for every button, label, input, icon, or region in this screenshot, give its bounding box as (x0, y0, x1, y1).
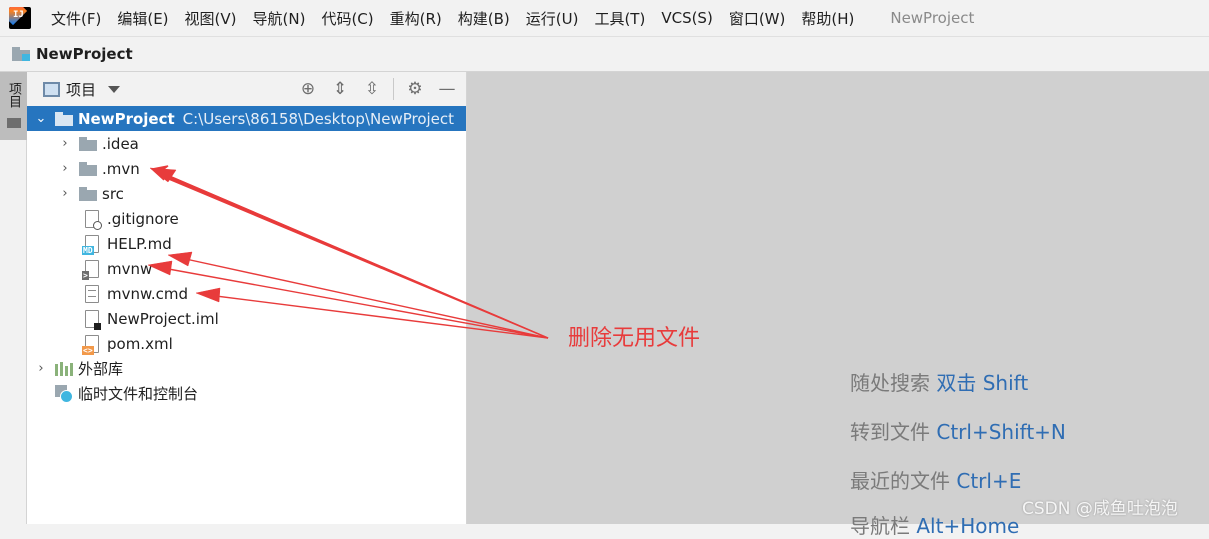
menu-code[interactable]: 代码(C) (313, 8, 381, 29)
project-tool-button[interactable]: 项目 (0, 72, 27, 140)
tree-item-pom[interactable]: <> pom.xml (27, 331, 466, 356)
expand-all-button[interactable]: ⇕ (329, 78, 351, 100)
editor-empty-area[interactable]: 随处搜索 双击 Shift 转到文件 Ctrl+Shift+N 最近的文件 Ct… (467, 72, 1209, 538)
menu-refactor[interactable]: 重构(R) (382, 8, 450, 29)
chevron-right-icon[interactable]: › (35, 361, 47, 376)
tree-item-gitignore[interactable]: .gitignore (27, 206, 466, 231)
project-folder-icon (12, 47, 30, 61)
toolbar-divider (393, 78, 394, 100)
tree-item-label: .mvn (102, 159, 140, 178)
text-file-icon (85, 284, 99, 303)
tree-item-external-libraries[interactable]: › 外部库 (27, 356, 466, 381)
tree-item-mvnw[interactable]: > mvnw (27, 256, 466, 281)
tree-item-help-md[interactable]: MD HELP.md (27, 231, 466, 256)
menu-help[interactable]: 帮助(H) (793, 8, 862, 29)
gitignore-file-icon (85, 209, 102, 230)
minimize-icon: — (438, 79, 456, 99)
hide-panel-button[interactable]: — (436, 78, 458, 100)
libraries-icon (55, 361, 73, 376)
navigation-bar: NewProject (0, 36, 1209, 72)
hint-navigation-bar: 导航栏 Alt+Home (850, 510, 1019, 539)
tree-item-label: NewProject.iml (107, 309, 219, 328)
hint-search-everywhere: 随处搜索 双击 Shift (850, 367, 1028, 396)
tree-item-label: .idea (102, 134, 139, 153)
tree-item-src[interactable]: › src (27, 181, 466, 206)
collapse-all-icon: ⇳ (364, 79, 380, 99)
menu-navigate[interactable]: 导航(N) (245, 8, 314, 29)
tree-item-label: pom.xml (107, 334, 173, 353)
folder-icon (79, 136, 97, 151)
watermark: CSDN @咸鱼吐泡泡 (1022, 499, 1178, 519)
markdown-file-icon: MD (82, 234, 99, 255)
tool-window-strip: 项目 (0, 72, 27, 524)
breadcrumb-project[interactable]: NewProject (36, 45, 133, 63)
hint-goto-file: 转到文件 Ctrl+Shift+N (850, 416, 1066, 445)
project-tool-label: 项目 (6, 82, 21, 108)
collapse-all-button[interactable]: ⇳ (361, 78, 383, 100)
hint-label: 随处搜索 (850, 371, 930, 395)
folder-icon (79, 186, 97, 201)
expand-all-icon: ⇕ (332, 79, 348, 99)
tree-item-label: 临时文件和控制台 (78, 385, 199, 403)
panel-header: 项目 ⊕ ⇕ ⇳ ⚙ — (27, 72, 466, 106)
project-view-icon (43, 81, 60, 97)
hint-shortcut: Ctrl+E (956, 469, 1022, 493)
root-project-path: C:\Users\86158\Desktop\NewProject (182, 109, 455, 128)
project-tree: ⌄ NewProject C:\Users\86158\Desktop\NewP… (27, 106, 466, 406)
project-panel: 项目 ⊕ ⇕ ⇳ ⚙ — ⌄ NewProject C:\Users\86158… (27, 72, 467, 524)
iml-file-icon (85, 309, 101, 330)
tree-item-label: .gitignore (107, 209, 179, 228)
tree-item-label: mvnw (107, 259, 153, 278)
menu-tools[interactable]: 工具(T) (586, 8, 653, 29)
tree-item-label: mvnw.cmd (107, 284, 189, 303)
menu-window[interactable]: 窗口(W) (721, 8, 794, 29)
chevron-right-icon[interactable]: › (59, 186, 71, 201)
chevron-down-icon[interactable]: ⌄ (35, 111, 47, 126)
panel-title[interactable]: 项目 (66, 79, 96, 100)
folder-icon (6, 118, 21, 128)
intellij-logo-icon: IJ (9, 7, 31, 29)
hint-shortcut: Alt+Home (916, 514, 1020, 538)
tree-item-label: src (102, 184, 124, 203)
tree-item-idea[interactable]: › .idea (27, 131, 466, 156)
menu-build[interactable]: 构建(B) (450, 8, 518, 29)
scratches-icon (55, 384, 73, 403)
window-title: NewProject (890, 9, 975, 27)
menu-file[interactable]: 文件(F) (43, 8, 109, 29)
folder-icon (79, 161, 97, 176)
module-folder-icon (55, 111, 73, 126)
hint-label: 转到文件 (850, 420, 930, 444)
crosshair-icon: ⊕ (300, 79, 316, 99)
tree-item-mvn[interactable]: › .mvn (27, 156, 466, 181)
chevron-right-icon[interactable]: › (59, 136, 71, 151)
settings-button[interactable]: ⚙ (404, 78, 426, 100)
panel-toolbar: ⊕ ⇕ ⇳ ⚙ — (297, 78, 466, 100)
view-dropdown-icon[interactable] (108, 85, 121, 93)
shell-file-icon: > (82, 259, 99, 280)
hint-shortcut: Ctrl+Shift+N (936, 420, 1066, 444)
xml-file-icon: <> (82, 334, 99, 355)
hint-label: 导航栏 (850, 514, 910, 538)
menu-view[interactable]: 视图(V) (177, 8, 245, 29)
tree-item-label: 外部库 (78, 360, 124, 378)
hint-shortcut: 双击 Shift (936, 371, 1029, 395)
menu-run[interactable]: 运行(U) (518, 8, 587, 29)
locate-file-button[interactable]: ⊕ (297, 78, 319, 100)
root-project-name: NewProject (78, 109, 175, 128)
menu-edit[interactable]: 编辑(E) (109, 8, 176, 29)
menu-bar: IJ 文件(F) 编辑(E) 视图(V) 导航(N) 代码(C) 重构(R) 构… (0, 0, 1209, 36)
chevron-right-icon[interactable]: › (59, 161, 71, 176)
tree-item-label: HELP.md (107, 234, 172, 253)
tree-item-iml[interactable]: NewProject.iml (27, 306, 466, 331)
tree-root-row[interactable]: ⌄ NewProject C:\Users\86158\Desktop\NewP… (27, 106, 466, 131)
tree-item-scratches[interactable]: 临时文件和控制台 (27, 381, 466, 406)
annotation-label: 删除无用文件 (568, 326, 701, 351)
gear-icon: ⚙ (407, 79, 423, 99)
tree-item-mvnw-cmd[interactable]: mvnw.cmd (27, 281, 466, 306)
menu-vcs[interactable]: VCS(S) (653, 9, 720, 27)
hint-recent-files: 最近的文件 Ctrl+E (850, 465, 1021, 494)
hint-label: 最近的文件 (850, 469, 950, 493)
